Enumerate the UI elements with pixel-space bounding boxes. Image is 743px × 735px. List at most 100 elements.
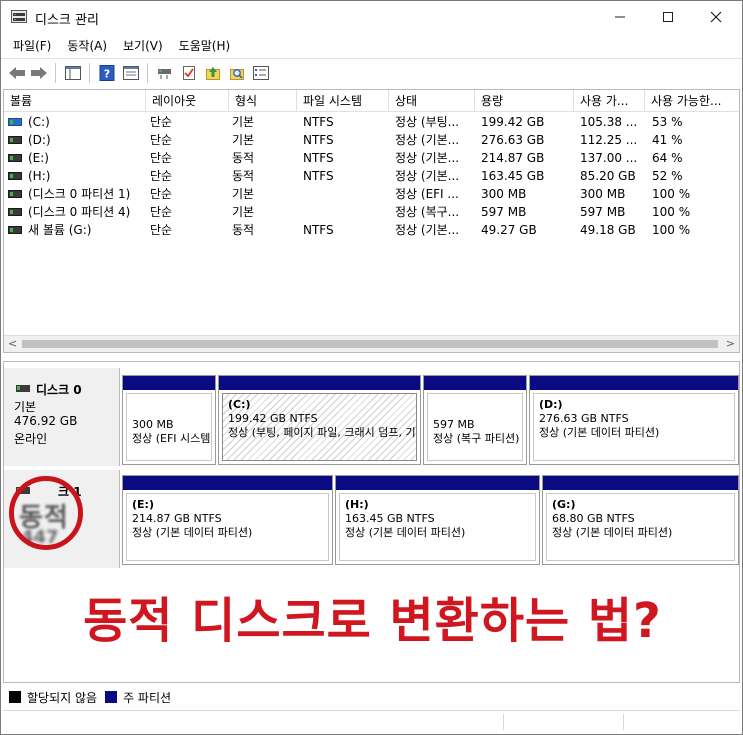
partition-size: 276.63 GB NTFS: [539, 412, 629, 425]
title-bar: 디스크 관리: [1, 1, 742, 33]
column-header-capacity[interactable]: 용량: [475, 90, 574, 112]
volume-row[interactable]: (C:) 단순 기본 NTFS 정상 (부팅... 199.42 GB 105.…: [4, 113, 739, 131]
partition-size: 163.45 GB NTFS: [345, 512, 435, 525]
connect-button[interactable]: [155, 63, 175, 83]
partition-efi[interactable]: 300 MB 정상 (EFI 시스템 파티션): [122, 375, 216, 465]
volume-free-space: 49.18 GB: [580, 223, 636, 237]
volume-row[interactable]: (디스크 0 파티션 1) 단순 기본 정상 (EFI ... 300 MB 3…: [4, 185, 739, 203]
connect-disk-icon: [158, 69, 171, 79]
volume-layout: 단순: [150, 115, 173, 129]
legend-swatch-primary: [105, 691, 118, 703]
volume-row[interactable]: (디스크 0 파티션 4) 단순 기본 정상 (복구... 597 MB 597…: [4, 203, 739, 221]
scrollbar-thumb[interactable]: [22, 340, 718, 348]
menu-action[interactable]: 동작(A): [59, 37, 115, 54]
find-button[interactable]: [227, 63, 247, 83]
volume-name: (D:): [28, 133, 51, 147]
svg-text:?: ?: [104, 68, 110, 81]
partition-name: (D:): [539, 398, 563, 411]
partition-body: 597 MB 정상 (복구 파티션): [427, 393, 523, 461]
column-header-filesystem[interactable]: 파일 시스템: [297, 90, 389, 112]
legend-label-unallocated: 할당되지 않음: [27, 690, 98, 705]
partition-bar: [424, 376, 526, 390]
volume-filesystem: NTFS: [303, 223, 334, 237]
volume-layout: 단순: [150, 133, 173, 147]
disk-0-label[interactable]: 디스크 0 기본 476.92 GB 온라인: [4, 368, 120, 466]
partition-e[interactable]: (E:) 214.87 GB NTFS 정상 (기본 데이터 파티션): [122, 475, 333, 565]
partition-bar: [123, 376, 215, 390]
scroll-left-icon[interactable]: <: [8, 337, 17, 350]
help-button[interactable]: ?: [97, 63, 117, 83]
volume-percent-free: 100 %: [652, 223, 691, 237]
forward-button[interactable]: [29, 63, 49, 83]
partition-body: 300 MB 정상 (EFI 시스템 파티션): [126, 393, 212, 461]
disk-state: 온라인: [14, 432, 48, 446]
volume-name: (E:): [28, 151, 49, 165]
volume-free-space: 597 MB: [580, 205, 626, 219]
disk-kind: 기본: [14, 400, 37, 414]
status-bar-divider: [623, 714, 624, 730]
highlight-circle: [9, 476, 83, 550]
volume-status: 정상 (부팅...: [395, 115, 460, 129]
column-header-type[interactable]: 형식: [229, 90, 297, 112]
volume-percent-free: 41 %: [652, 133, 683, 147]
partition-g[interactable]: (G:) 68.80 GB NTFS 정상 (기본 데이터 파티션): [542, 475, 739, 565]
volume-status: 정상 (기본...: [395, 223, 460, 237]
partition-body: (D:) 276.63 GB NTFS 정상 (기본 데이터 파티션): [533, 393, 735, 461]
partition-body: (C:) 199.42 GB NTFS 정상 (부팅, 페이지 파일, 크래시 …: [222, 393, 417, 461]
partition-size: 199.42 GB NTFS: [228, 412, 318, 425]
menu-view[interactable]: 보기(V): [115, 37, 171, 54]
volume-status: 정상 (기본...: [395, 133, 460, 147]
horizontal-scrollbar[interactable]: < >: [4, 335, 739, 352]
back-button[interactable]: [7, 63, 27, 83]
volume-filesystem: NTFS: [303, 133, 334, 147]
column-header-volume[interactable]: 볼륨: [4, 90, 146, 112]
partition-status: 정상 (복구 파티션): [433, 432, 520, 445]
menu-help[interactable]: 도움말(H): [171, 37, 239, 54]
list-view-button[interactable]: [251, 63, 271, 83]
check-button[interactable]: [179, 63, 199, 83]
menu-file[interactable]: 파일(F): [5, 37, 59, 54]
volume-type: 기본: [232, 205, 255, 219]
column-header-layout[interactable]: 레이아웃: [146, 90, 229, 112]
volume-name: (C:): [28, 115, 50, 129]
column-header-status[interactable]: 상태: [389, 90, 475, 112]
volume-name: 새 볼륨 (G:): [28, 223, 92, 237]
up-folder-button[interactable]: [203, 63, 223, 83]
console-tree-button[interactable]: [63, 63, 83, 83]
partition-c[interactable]: (C:) 199.42 GB NTFS 정상 (부팅, 페이지 파일, 크래시 …: [218, 375, 421, 465]
minimize-icon: [615, 16, 625, 18]
toolbar-separator: [147, 63, 148, 83]
disk-management-window: 디스크 관리 파일(F) 동작(A) 보기(V) 도움말(H) ? 볼륨 레이아…: [0, 0, 743, 735]
partition-size: 214.87 GB NTFS: [132, 512, 222, 525]
volume-layout: 단순: [150, 169, 173, 183]
help-icon: ?: [99, 65, 115, 81]
scroll-right-icon[interactable]: >: [726, 337, 735, 350]
volume-list-panel: 볼륨 레이아웃 형식 파일 시스템 상태 용량 사용 가... 사용 가능한..…: [3, 89, 740, 353]
partition-h[interactable]: (H:) 163.45 GB NTFS 정상 (기본 데이터 파티션): [335, 475, 540, 565]
volume-row[interactable]: (D:) 단순 기본 NTFS 정상 (기본... 276.63 GB 112.…: [4, 131, 739, 149]
volume-row[interactable]: (E:) 단순 동적 NTFS 정상 (기본... 214.87 GB 137.…: [4, 149, 739, 167]
partition-status: 정상 (기본 데이터 파티션): [345, 526, 466, 539]
partition-d[interactable]: (D:) 276.63 GB NTFS 정상 (기본 데이터 파티션): [529, 375, 739, 465]
volume-row[interactable]: 새 볼륨 (G:) 단순 동적 NTFS 정상 (기본... 49.27 GB …: [4, 221, 739, 239]
column-header-free-space[interactable]: 사용 가...: [574, 90, 645, 112]
close-button[interactable]: [693, 1, 739, 33]
properties-button[interactable]: [121, 63, 141, 83]
partition-recovery[interactable]: 597 MB 정상 (복구 파티션): [423, 375, 527, 465]
minimize-button[interactable]: [597, 1, 643, 33]
volume-layout: 단순: [150, 151, 173, 165]
volume-type: 기본: [232, 115, 255, 129]
partition-status: 정상 (EFI 시스템 파티션): [132, 432, 211, 445]
forward-arrow-icon: [31, 67, 47, 79]
column-header-percent-free[interactable]: 사용 가능한...: [645, 90, 739, 112]
volume-row[interactable]: (H:) 단순 동적 NTFS 정상 (기본... 163.45 GB 85.2…: [4, 167, 739, 185]
volume-type: 기본: [232, 187, 255, 201]
maximize-button[interactable]: [645, 1, 691, 33]
volume-capacity: 300 MB: [481, 187, 527, 201]
partition-status: 정상 (기본 데이터 파티션): [132, 526, 253, 539]
volume-name: (디스크 0 파티션 4): [28, 205, 131, 219]
volume-table-header: 볼륨 레이아웃 형식 파일 시스템 상태 용량 사용 가... 사용 가능한..…: [4, 90, 739, 112]
window-title: 디스크 관리: [35, 13, 99, 28]
partition-body: (G:) 68.80 GB NTFS 정상 (기본 데이터 파티션): [546, 493, 735, 561]
volume-status: 정상 (기본...: [395, 151, 460, 165]
